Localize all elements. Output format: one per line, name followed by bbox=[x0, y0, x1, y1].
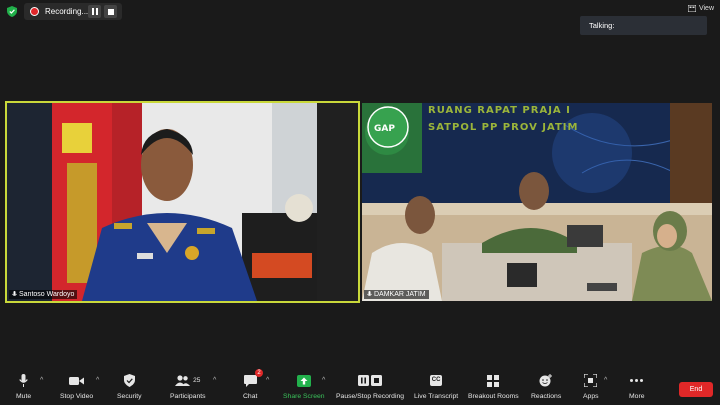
participants-button[interactable]: 25 Participants bbox=[170, 372, 206, 400]
participant-name: DAMKAR JATIM bbox=[374, 291, 426, 298]
more-dots-icon bbox=[630, 379, 644, 382]
participants-count: 25 bbox=[193, 377, 201, 384]
end-meeting-button[interactable]: End bbox=[679, 382, 713, 397]
stop-recording-button[interactable] bbox=[104, 5, 117, 18]
participant-video-santoso bbox=[7, 103, 358, 301]
end-label: End bbox=[689, 386, 703, 393]
video-tile-santoso[interactable]: Santoso Wardoyo bbox=[5, 101, 360, 303]
closed-caption-icon: CC bbox=[429, 375, 443, 386]
participant-name-tag: DAMKAR JATIM bbox=[364, 290, 429, 299]
pause-stop-recording-label: Pause/Stop Recording bbox=[336, 393, 405, 400]
stop-icon bbox=[107, 8, 114, 15]
apps-options-chevron-icon[interactable]: ^ bbox=[604, 377, 607, 384]
stop-icon bbox=[371, 375, 382, 386]
chat-bubble-icon bbox=[243, 374, 257, 387]
satpol-logo: GAP bbox=[367, 106, 409, 148]
logo-text: GAP bbox=[374, 124, 395, 134]
breakout-rooms-button[interactable]: Breakout Rooms bbox=[468, 372, 519, 400]
recording-dot-icon bbox=[30, 7, 39, 16]
participants-options-chevron-icon[interactable]: ^ bbox=[213, 377, 216, 384]
mute-options-chevron-icon[interactable]: ^ bbox=[40, 377, 43, 384]
microphone-icon bbox=[19, 374, 28, 387]
breakout-rooms-label: Breakout Rooms bbox=[468, 393, 519, 400]
view-button[interactable]: View bbox=[687, 5, 714, 12]
apps-label: Apps bbox=[583, 393, 599, 400]
apps-button[interactable]: Apps bbox=[583, 372, 599, 400]
reactions-label: Reactions bbox=[531, 393, 562, 400]
security-button[interactable]: Security bbox=[117, 372, 142, 400]
more-button[interactable]: More bbox=[629, 372, 645, 400]
security-label: Security bbox=[117, 393, 142, 400]
stop-video-label: Stop Video bbox=[60, 393, 94, 400]
shield-icon bbox=[123, 374, 135, 387]
smiley-plus-icon bbox=[539, 374, 553, 387]
microphone-icon bbox=[367, 291, 372, 296]
share-screen-icon bbox=[296, 374, 311, 387]
recording-label: Recording... bbox=[45, 7, 89, 16]
live-transcript-label: Live Transcript bbox=[414, 393, 459, 400]
chat-label: Chat bbox=[243, 393, 258, 400]
more-label: More bbox=[629, 393, 645, 400]
view-label: View bbox=[698, 5, 714, 12]
talking-indicator: Talking: bbox=[580, 16, 707, 35]
share-options-chevron-icon[interactable]: ^ bbox=[322, 377, 325, 384]
share-screen-label: Share Screen bbox=[283, 393, 325, 400]
room-banner-line1: RUANG RAPAT PRAJA I bbox=[428, 105, 571, 116]
participant-name: Santoso Wardoyo bbox=[19, 291, 75, 298]
grid-view-icon bbox=[687, 5, 696, 12]
video-camera-icon bbox=[69, 376, 85, 385]
microphone-icon bbox=[12, 291, 17, 296]
mute-label: Mute bbox=[16, 393, 32, 400]
participant-name-tag: Santoso Wardoyo bbox=[9, 290, 78, 299]
apps-icon bbox=[584, 374, 598, 387]
pause-icon bbox=[358, 375, 369, 386]
breakout-rooms-icon bbox=[487, 374, 500, 387]
participants-label: Participants bbox=[170, 393, 206, 400]
mute-button[interactable]: Mute bbox=[16, 372, 31, 400]
live-transcript-button[interactable]: CC Live Transcript bbox=[414, 372, 458, 400]
video-options-chevron-icon[interactable]: ^ bbox=[96, 377, 99, 384]
chat-unread-badge: 2 bbox=[255, 369, 263, 377]
share-screen-button[interactable]: Share Screen bbox=[283, 372, 325, 400]
video-tile-damkar[interactable]: GAP RUANG RAPAT PRAJA I SATPOL PP PROV J… bbox=[362, 103, 712, 301]
chat-button[interactable]: 2 Chat bbox=[243, 369, 263, 400]
pause-stop-recording-button[interactable]: Pause/Stop Recording bbox=[336, 372, 404, 400]
reactions-button[interactable]: Reactions bbox=[531, 372, 561, 400]
participants-icon bbox=[175, 375, 191, 386]
security-shield-icon bbox=[7, 6, 17, 17]
pause-icon bbox=[91, 8, 98, 15]
room-banner-line2: SATPOL PP PROV JATIM bbox=[428, 122, 579, 133]
pause-recording-button[interactable] bbox=[88, 5, 101, 18]
talking-label: Talking: bbox=[589, 21, 615, 30]
stop-video-button[interactable]: Stop Video bbox=[60, 372, 93, 400]
chat-options-chevron-icon[interactable]: ^ bbox=[266, 377, 269, 384]
recording-indicator: Recording... bbox=[24, 3, 122, 20]
